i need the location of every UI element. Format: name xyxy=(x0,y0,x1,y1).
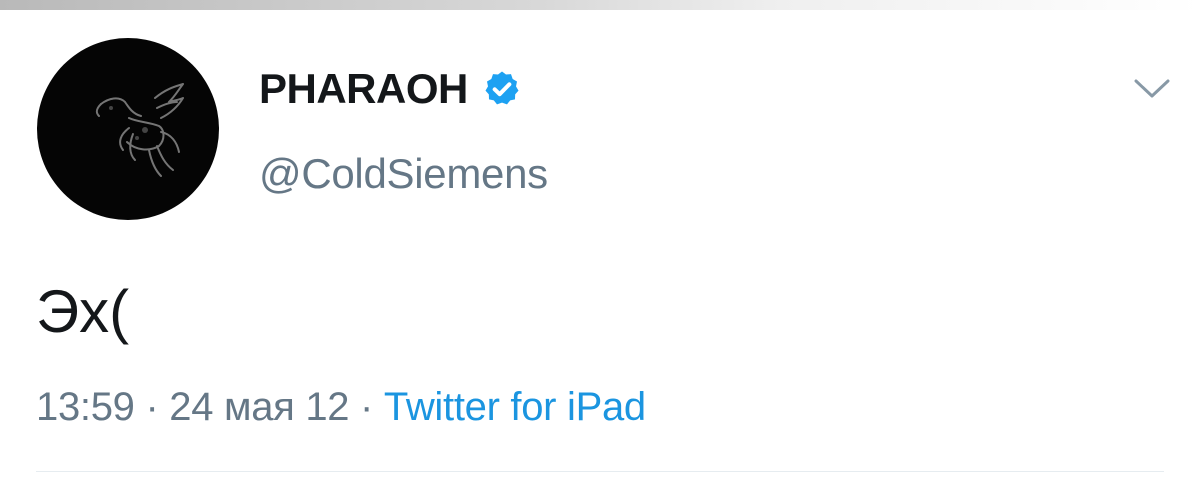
meta-separator: · xyxy=(145,385,159,429)
tweet-time[interactable]: 13:59 xyxy=(36,385,135,429)
tweet-date[interactable]: 24 мая 12 xyxy=(169,385,349,429)
author-handle[interactable]: @ColdSiemens xyxy=(259,150,548,198)
avatar[interactable] xyxy=(37,38,219,220)
tweet-text: Эх( xyxy=(36,278,130,345)
author-name-row[interactable]: PHARAOH xyxy=(259,64,522,114)
verified-badge-icon xyxy=(485,71,519,105)
author-display-name[interactable]: PHARAOH xyxy=(259,65,468,113)
meta-separator: · xyxy=(360,385,374,429)
tweet-meta: 13:59 · 24 мая 12 · Twitter for iPad xyxy=(36,385,646,430)
pegasus-logo-icon xyxy=(95,83,184,177)
tweet-source-link[interactable]: Twitter for iPad xyxy=(384,385,646,429)
chevron-down-icon[interactable] xyxy=(1132,76,1172,102)
divider xyxy=(36,471,1164,472)
tweet-card: PHARAOH @ColdSiemens Эх( 13:59 · 24 мая … xyxy=(0,0,1200,478)
